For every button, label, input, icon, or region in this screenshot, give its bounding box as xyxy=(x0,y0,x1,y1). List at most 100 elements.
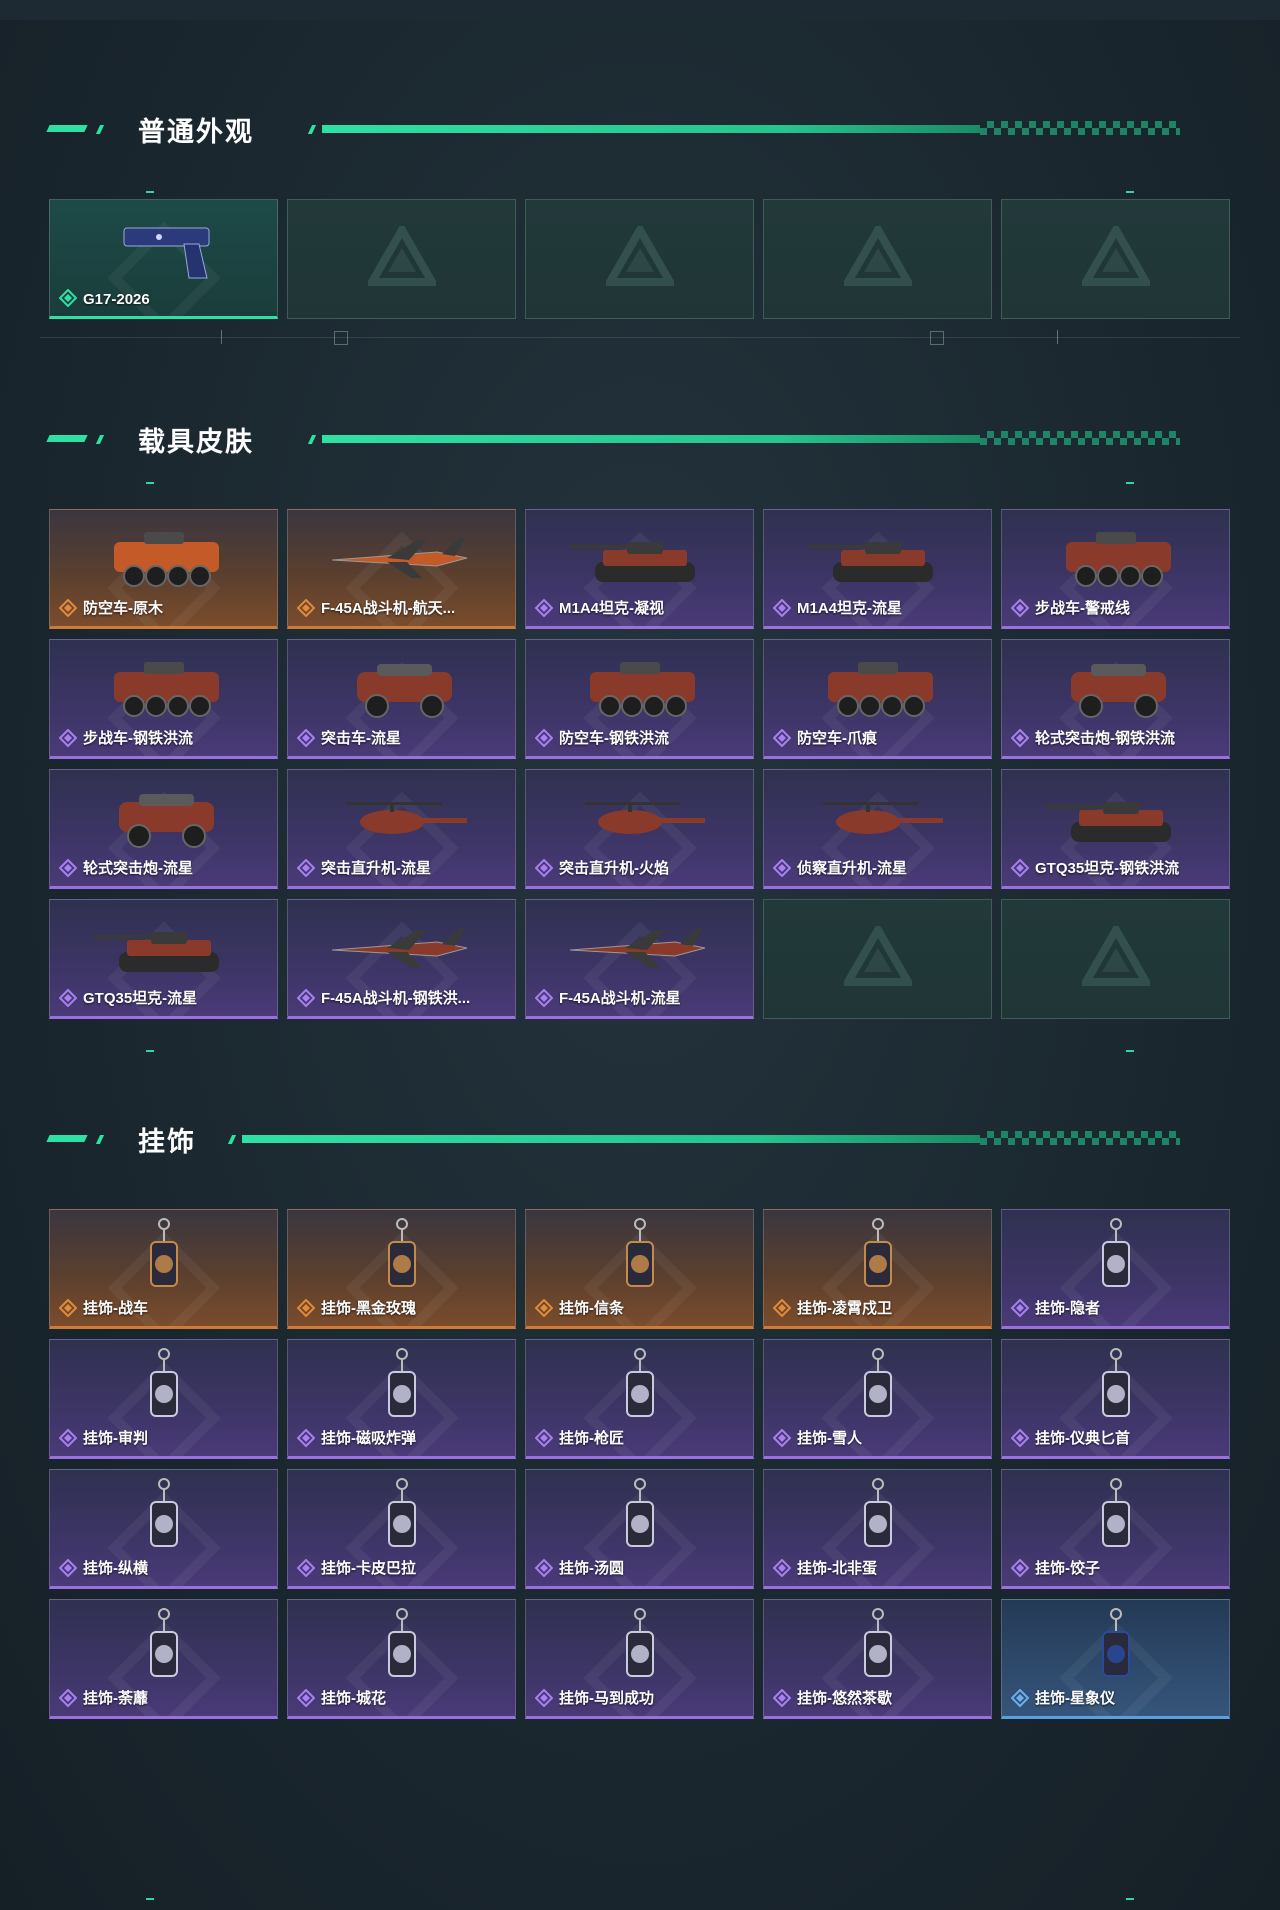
item-label: 步战车-警戒线 xyxy=(1035,600,1130,617)
charm-icon xyxy=(1101,1478,1130,1547)
item-card[interactable]: 挂饰-磁吸炸弹 xyxy=(287,1339,516,1459)
rarity-diamond-icon xyxy=(297,989,315,1007)
frame-marker xyxy=(334,331,348,345)
item-card[interactable]: 挂饰-审判 xyxy=(49,1339,278,1459)
item-card[interactable]: 挂饰-荼蘼 xyxy=(49,1599,278,1719)
item-card[interactable]: GTQ35坦克-流星 xyxy=(49,899,278,1019)
empty-slot xyxy=(1001,899,1230,1019)
item-card[interactable]: 突击车-流星 xyxy=(287,639,516,759)
item-card[interactable]: 防空车-钢铁洪流 xyxy=(525,639,754,759)
placeholder-logo-icon xyxy=(843,926,912,986)
item-card[interactable]: 挂饰-饺子 xyxy=(1001,1469,1230,1589)
item-card[interactable]: M1A4坦克-凝视 xyxy=(525,509,754,629)
item-card[interactable]: F-45A战斗机-流星 xyxy=(525,899,754,1019)
item-label: 挂饰-悠然茶歇 xyxy=(797,1690,892,1707)
frame-tick xyxy=(146,1898,154,1900)
rarity-diamond-icon xyxy=(59,599,77,617)
item-grid: G17-2026 xyxy=(49,199,1231,329)
charm-icon xyxy=(625,1218,654,1287)
charm-icon xyxy=(387,1608,416,1677)
item-card[interactable]: F-45A战斗机-航天... xyxy=(287,509,516,629)
empty-slot xyxy=(525,199,754,319)
rarity-diamond-icon xyxy=(297,1299,315,1317)
item-card[interactable]: 挂饰-星象仪 xyxy=(1001,1599,1230,1719)
charm-icon xyxy=(387,1218,416,1287)
item-label: 挂饰-信条 xyxy=(559,1300,624,1317)
item-card[interactable]: 防空车-爪痕 xyxy=(763,639,992,759)
item-card[interactable]: 挂饰-隐者 xyxy=(1001,1209,1230,1329)
rarity-diamond-icon xyxy=(535,1299,553,1317)
tank-icon xyxy=(1045,802,1171,842)
charm-icon xyxy=(149,1348,178,1417)
item-label: 防空车-钢铁洪流 xyxy=(559,730,669,747)
item-label: 挂饰-纵横 xyxy=(83,1560,148,1577)
header-accent-bar xyxy=(46,125,88,132)
item-card[interactable]: 挂饰-战车 xyxy=(49,1209,278,1329)
header-accent-bar xyxy=(95,435,105,444)
fighter-jet-icon xyxy=(331,538,467,578)
item-label: 挂饰-卡皮巴拉 xyxy=(321,1560,416,1577)
item-card[interactable]: 挂饰-纵横 xyxy=(49,1469,278,1589)
frame-tick xyxy=(1126,1050,1134,1052)
item-card[interactable]: 突击直升机-流星 xyxy=(287,769,516,889)
helicopter-icon xyxy=(346,802,467,834)
item-label: 突击直升机-火焰 xyxy=(559,860,669,877)
item-label: 突击直升机-流星 xyxy=(321,860,431,877)
charm-icon xyxy=(149,1478,178,1547)
item-card[interactable]: 轮式突击炮-钢铁洪流 xyxy=(1001,639,1230,759)
item-card[interactable]: 挂饰-悠然茶歇 xyxy=(763,1599,992,1719)
item-grid: 防空车-原木 F-45A战斗机-航天... M1A4坦克-凝视 M1A4坦克-流星步战… xyxy=(49,509,1231,1029)
rarity-diamond-icon xyxy=(297,729,315,747)
item-label: 挂饰-仪典匕首 xyxy=(1035,1430,1130,1447)
item-label: 挂饰-雪人 xyxy=(797,1430,862,1447)
charm-icon xyxy=(1101,1348,1130,1417)
item-card[interactable]: 挂饰-马到成功 xyxy=(525,1599,754,1719)
item-card[interactable]: 挂饰-汤圆 xyxy=(525,1469,754,1589)
item-card[interactable]: 侦察直升机-流星 xyxy=(763,769,992,889)
rarity-diamond-icon xyxy=(59,1429,77,1447)
item-card[interactable]: 挂饰-仪典匕首 xyxy=(1001,1339,1230,1459)
frame-tick xyxy=(146,482,154,484)
item-card[interactable]: 步战车-钢铁洪流 xyxy=(49,639,278,759)
item-card[interactable]: 挂饰-北非蛋 xyxy=(763,1469,992,1589)
header-accent-bar xyxy=(95,125,105,134)
item-card[interactable]: M1A4坦克-流星 xyxy=(763,509,992,629)
rarity-diamond-icon xyxy=(59,859,77,877)
section-title: 挂饰 xyxy=(138,1127,196,1158)
item-label: G17-2026 xyxy=(83,291,150,308)
item-card[interactable]: GTQ35坦克-钢铁洪流 xyxy=(1001,769,1230,889)
frame-tick xyxy=(146,1050,154,1052)
rarity-diamond-icon xyxy=(1011,1299,1029,1317)
item-card[interactable]: 防空车-原木 xyxy=(49,509,278,629)
empty-slot xyxy=(1001,199,1230,319)
item-card[interactable]: 挂饰-城花 xyxy=(287,1599,516,1719)
item-card[interactable]: 挂饰-信条 xyxy=(525,1209,754,1329)
header-accent-bar xyxy=(46,435,88,442)
item-card[interactable]: G17-2026 xyxy=(49,199,278,319)
item-label: F-45A战斗机-流星 xyxy=(559,990,681,1007)
item-card[interactable]: 挂饰-卡皮巴拉 xyxy=(287,1469,516,1589)
item-label: 突击车-流星 xyxy=(321,730,401,747)
item-label: 防空车-爪痕 xyxy=(797,730,877,747)
section-title: 普通外观 xyxy=(138,117,254,148)
item-label: 挂饰-凌霄戍卫 xyxy=(797,1300,892,1317)
item-card[interactable]: 挂饰-凌霄戍卫 xyxy=(763,1209,992,1329)
item-label: 侦察直升机-流星 xyxy=(797,860,907,877)
frame-marker xyxy=(1057,330,1058,344)
tank-icon xyxy=(569,542,695,582)
item-card[interactable]: 步战车-警戒线 xyxy=(1001,509,1230,629)
frame-tick xyxy=(1126,191,1134,193)
item-label: 挂饰-黑金玫瑰 xyxy=(321,1300,416,1317)
top-bar xyxy=(0,0,1280,20)
header-accent-bar xyxy=(242,1135,980,1143)
charm-icon xyxy=(863,1608,892,1677)
item-card[interactable]: F-45A战斗机-钢铁洪... xyxy=(287,899,516,1019)
item-card[interactable]: 挂饰-雪人 xyxy=(763,1339,992,1459)
item-card[interactable]: 轮式突击炮-流星 xyxy=(49,769,278,889)
header-accent-bar xyxy=(227,1135,237,1144)
item-card[interactable]: 挂饰-黑金玫瑰 xyxy=(287,1209,516,1329)
rarity-diamond-icon xyxy=(297,599,315,617)
item-label: 挂饰-汤圆 xyxy=(559,1560,624,1577)
item-card[interactable]: 突击直升机-火焰 xyxy=(525,769,754,889)
item-card[interactable]: 挂饰-枪匠 xyxy=(525,1339,754,1459)
